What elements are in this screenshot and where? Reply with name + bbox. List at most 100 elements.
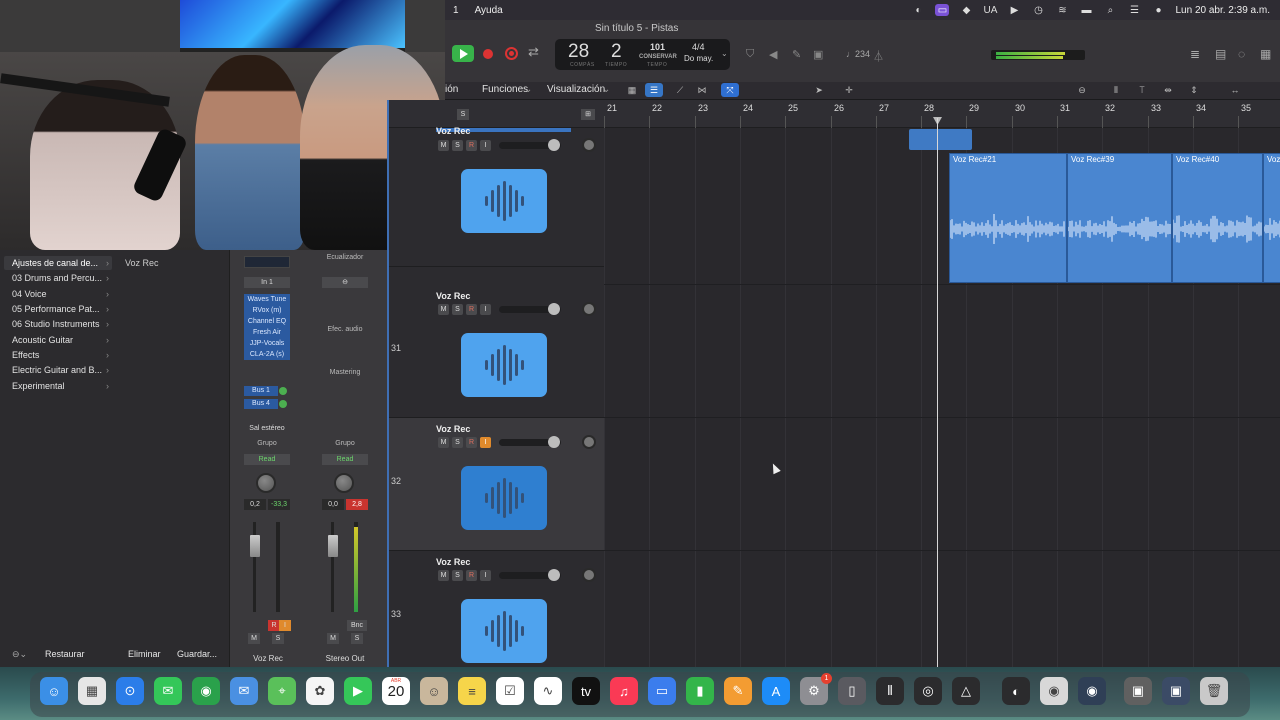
track-name[interactable]: Voz Rec [436,424,470,434]
pointer-tool-icon[interactable]: ➤ [810,83,828,97]
lcd-key[interactable]: Do may. [684,54,713,63]
mute-button[interactable]: M [248,633,260,644]
notepad-icon[interactable]: ▤ [1215,47,1226,61]
mute-speaker-icon[interactable]: ◀ [769,48,777,61]
plugin-slot-channel-eq[interactable]: Channel EQ [244,316,290,327]
track-solo-button[interactable]: S [452,140,463,151]
library-item-effects[interactable]: Effects › [12,350,112,360]
photo-icon[interactable]: ▣ [1162,677,1190,705]
menu-edit[interactable]: ión [445,84,458,95]
track-input-monitor-button[interactable]: I [480,570,491,581]
music-icon[interactable]: ♫ [610,677,638,705]
track-mute-button[interactable]: M [438,304,449,315]
track-header[interactable]: 31 Voz Rec M S R I [389,285,606,418]
track-input-monitor-button[interactable]: I [480,304,491,315]
tracks-area[interactable]: 21 22 23 24 25 26 27 28 29 30 31 32 33 34 35 Voz Rec#2… [604,100,1280,667]
track-pan-knob[interactable] [582,302,596,316]
track-mute-button[interactable]: M [438,437,449,448]
logic-pro-icon[interactable]: ◎ [914,677,942,705]
menu-item-help[interactable]: Ayuda [467,5,511,16]
creative-cloud-icon[interactable]: ◐ [911,4,925,16]
lcd-time-signature[interactable]: 4/4 [692,42,705,52]
numbers-icon[interactable]: ▮ [686,677,714,705]
save-button[interactable]: Guardar... [177,649,217,659]
system-settings-icon[interactable]: ⚙ 1 [800,673,832,705]
count-in-display[interactable]: ♩234 [846,49,870,59]
bar-ruler[interactable]: 21 22 23 24 25 26 27 28 29 30 31 32 33 34 35 [604,100,1280,128]
trash-icon[interactable]: 🗑 [1200,677,1228,705]
audio-fx-label[interactable]: Efec. audio [322,326,368,333]
play-button[interactable] [452,45,474,62]
screen-record-icon[interactable]: ▭ [935,4,950,16]
safari-icon[interactable]: ⊙ [116,677,144,705]
keyboard-language-indicator[interactable]: UA [983,4,998,16]
playhead[interactable] [937,118,938,667]
launchpad-icon[interactable]: ▦ [78,677,106,705]
menu-functions[interactable]: Funciones [482,84,528,95]
reminders-icon[interactable]: ☑ [496,677,524,705]
track-solo-button[interactable]: S [452,304,463,315]
region-selected[interactable] [909,129,972,150]
maps-icon[interactable]: ⌖ [268,677,296,705]
track-header[interactable]: Voz Rec M S R I [389,126,606,267]
search-icon[interactable]: ⌕ [1103,4,1117,16]
microphone-waveform-icon[interactable] [461,169,547,233]
library-item-experimental[interactable]: Experimental › [12,381,112,391]
waves-icon[interactable]: ⦀ [876,677,904,705]
plugin-slot-jjp-vocals[interactable]: JJP-Vocals [244,338,290,349]
library-item-voice[interactable]: 04 Voice › [12,289,112,299]
output-slot[interactable]: Sal estéreo [244,425,290,432]
group-slot[interactable]: Grupo [244,440,290,447]
menu-item-window[interactable]: 1 [445,5,467,16]
mail-icon[interactable]: ✉ [230,677,258,705]
automation-mode[interactable]: Read [244,454,290,465]
group-slot[interactable]: Grupo [322,440,368,447]
library-item-electric-guitar[interactable]: Electric Guitar and B... › [12,365,112,375]
ai-icon[interactable]: ◐ [1002,677,1030,705]
grid-view-icon[interactable]: ▦ [623,83,641,97]
lcd-display[interactable]: 28 2 COMPÁS TIEMPO 101 CONSERVAR TEMPO 4… [555,39,730,70]
volume-fader-cap[interactable] [250,535,260,557]
audio-region[interactable]: Voz Rec#40 [1172,153,1263,283]
mastering-label[interactable]: Mastering [322,369,368,376]
vertical-zoom-slider-icon[interactable]: ⇕ [1185,83,1203,97]
library-item-performance[interactable]: 05 Performance Pat... › [12,304,112,314]
audio-region[interactable]: Voz Rec#39 [1067,153,1172,283]
audio-region[interactable]: Voz Rec#21 [949,153,1067,283]
freeform-icon[interactable]: ∿ [534,677,562,705]
chevron-down-icon[interactable]: ⌄ [721,49,728,58]
pan-knob[interactable] [334,473,354,493]
eq-thumbnail[interactable] [244,256,290,268]
track-header[interactable]: 33 Voz Rec M S R I [389,551,606,684]
loop-browser-icon[interactable]: ◌ [1238,47,1245,61]
track-record-button[interactable]: R [466,570,477,581]
add-track-icon[interactable]: ⊞ [581,109,595,120]
messages-icon[interactable]: ✉ [154,677,182,705]
control-center-icon[interactable]: ☰ [1127,4,1141,16]
plugin-slot-waves-tune[interactable]: Waves Tune [244,294,290,305]
chevron-down-icon[interactable]: ⌄ [602,84,610,95]
input-monitor-button[interactable]: I [279,620,291,631]
bounce-button[interactable]: Bnc [347,620,367,631]
waveform-zoom-icon[interactable]: ⦀ [1107,83,1125,97]
audio-region[interactable]: Voz [1263,153,1280,283]
lcd-tempo[interactable]: 101 [650,42,665,52]
send-level-knob[interactable] [279,387,287,395]
library-item-acoustic-guitar[interactable]: Acoustic Guitar › [12,335,112,345]
volume-fader-cap[interactable] [328,535,338,557]
horizontal-zoom-slider-icon[interactable]: ↔ [1226,83,1244,97]
record-button[interactable] [505,47,518,60]
plugin-slot-rvox[interactable]: RVox (m) [244,305,290,316]
microphone-waveform-icon[interactable] [461,466,547,530]
finder-icon[interactable]: ☺ [40,677,68,705]
action-menu-icon[interactable]: ⊖⌄ [12,649,27,660]
screenshot-icon[interactable]: ▣ [1124,677,1152,705]
link-icon[interactable]: ⊖ [322,277,368,288]
pages-icon[interactable]: ✎ [724,677,752,705]
list-view-icon[interactable]: ☰ [645,83,663,97]
marquee-tool-icon[interactable]: ✛ [840,83,858,97]
automation-mode[interactable]: Read [322,454,368,465]
notes-icon[interactable]: ≡ [458,677,486,705]
plugin-slot-fresh-air[interactable]: Fresh Air [244,327,290,338]
flex-icon[interactable]: ⋈ [693,83,711,97]
